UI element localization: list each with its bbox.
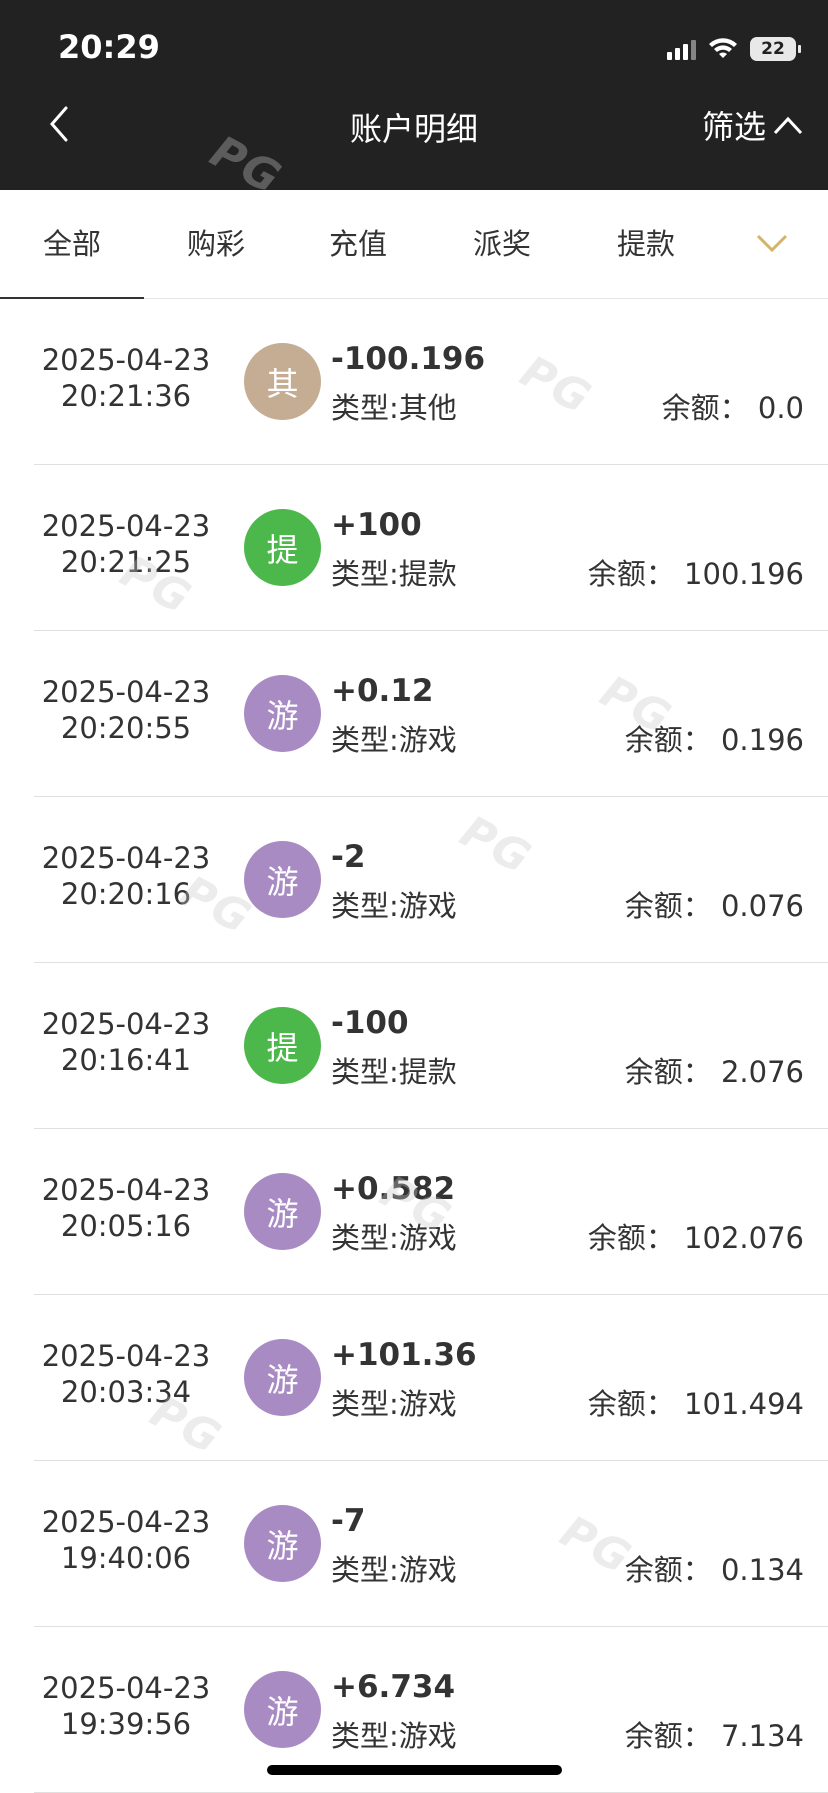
record-date: 2025-04-23 [41,841,211,875]
record-balance: 余额： 100.196 [587,557,804,591]
record-type: 类型:游戏 [331,1387,457,1421]
tab-all[interactable]: 全部 [0,190,144,299]
record-type: 类型:游戏 [331,889,457,923]
type-badge: 其 [244,343,321,420]
record-amount: +100 [331,507,422,543]
chevron-up-icon [773,116,803,135]
type-badge: 提 [244,509,321,586]
record-date: 2025-04-23 [41,1173,211,1207]
type-badge: 游 [244,1671,321,1748]
record-date: 2025-04-23 [41,343,211,377]
record-amount: -100 [331,1005,409,1041]
record-type: 类型:提款 [331,1055,457,1089]
list-item[interactable]: 2025-04-23 20:05:16 游 +0.582 类型:游戏 余额： 1… [34,1129,828,1295]
record-type: 类型:游戏 [331,723,457,757]
record-amount: -100.196 [331,341,486,377]
record-balance: 余额： 101.494 [587,1387,804,1421]
chevron-down-icon[interactable] [752,226,792,262]
tab-prize[interactable]: 派奖 [430,190,574,298]
record-amount: -7 [331,1503,366,1539]
list-item[interactable]: 2025-04-23 20:03:34 游 +101.36 类型:游戏 余额： … [34,1295,828,1461]
record-time: 19:40:06 [60,1541,192,1575]
record-time: 20:20:55 [60,711,192,745]
record-type: 类型:游戏 [331,1553,457,1587]
record-date: 2025-04-23 [41,1505,211,1539]
record-date: 2025-04-23 [41,509,211,543]
filter-label: 筛选 [701,108,766,146]
list-item[interactable]: 2025-04-23 19:40:06 游 -7 类型:游戏 余额： 0.134 [34,1461,828,1627]
record-amount: +0.12 [331,673,434,709]
tab-withdraw[interactable]: 提款 [574,190,718,298]
record-amount: +6.734 [331,1669,456,1705]
record-type: 类型:游戏 [331,1719,457,1753]
type-badge: 游 [244,1505,321,1582]
record-balance: 余额： 2.076 [624,1055,804,1089]
record-time: 20:16:41 [60,1043,192,1077]
type-badge: 游 [244,1339,321,1416]
type-badge: 游 [244,1173,321,1250]
record-time: 19:39:56 [60,1707,192,1741]
battery-icon: 22 [750,37,801,61]
record-amount: -2 [331,839,366,875]
record-time: 20:21:36 [60,379,192,413]
record-type: 类型:游戏 [331,1221,457,1255]
record-time: 20:20:16 [60,877,192,911]
record-type: 类型:提款 [331,557,457,591]
record-balance: 余额： 7.134 [624,1719,804,1753]
record-type: 类型:其他 [331,391,457,425]
record-amount: +0.582 [331,1171,456,1207]
record-amount: +101.36 [331,1337,477,1373]
record-date: 2025-04-23 [41,675,211,709]
wifi-icon [709,38,737,58]
record-date: 2025-04-23 [41,1007,211,1041]
list-item[interactable]: 2025-04-23 20:21:25 提 +100 类型:提款 余额： 100… [34,465,828,631]
record-time: 20:21:25 [60,545,192,579]
record-time: 20:05:16 [60,1209,192,1243]
type-badge: 游 [244,841,321,918]
record-balance: 余额： 102.076 [587,1221,804,1255]
record-date: 2025-04-23 [41,1671,211,1705]
record-balance: 余额： 0.134 [624,1553,804,1587]
status-icons: 22 [667,34,801,64]
list-item[interactable]: 2025-04-23 20:20:16 游 -2 类型:游戏 余额： 0.076 [34,797,828,963]
record-time: 20:03:34 [60,1375,192,1409]
status-time: 20:29 [58,28,160,66]
signal-icon [667,38,696,60]
type-badge: 游 [244,675,321,752]
home-indicator [267,1765,562,1775]
record-balance: 余额： 0.0 [661,391,804,425]
filter-button[interactable]: 筛选 [702,102,804,148]
top-header: 20:29 22 账户明细 筛选 [0,0,828,190]
tab-recharge[interactable]: 充值 [286,190,430,298]
category-tabs: 全部 购彩 充值 派奖 提款 [0,190,828,299]
record-balance: 余额： 0.196 [624,723,804,757]
tab-lottery[interactable]: 购彩 [144,190,288,298]
record-balance: 余额： 0.076 [624,889,804,923]
transaction-list: 2025-04-23 20:21:36 其 -100.196 类型:其他 余额：… [0,299,828,1793]
list-item[interactable]: 2025-04-23 20:16:41 提 -100 类型:提款 余额： 2.0… [34,963,828,1129]
type-badge: 提 [244,1007,321,1084]
list-item[interactable]: 2025-04-23 20:21:36 其 -100.196 类型:其他 余额：… [34,299,828,465]
list-item[interactable]: 2025-04-23 20:20:55 游 +0.12 类型:游戏 余额： 0.… [34,631,828,797]
record-date: 2025-04-23 [41,1339,211,1373]
